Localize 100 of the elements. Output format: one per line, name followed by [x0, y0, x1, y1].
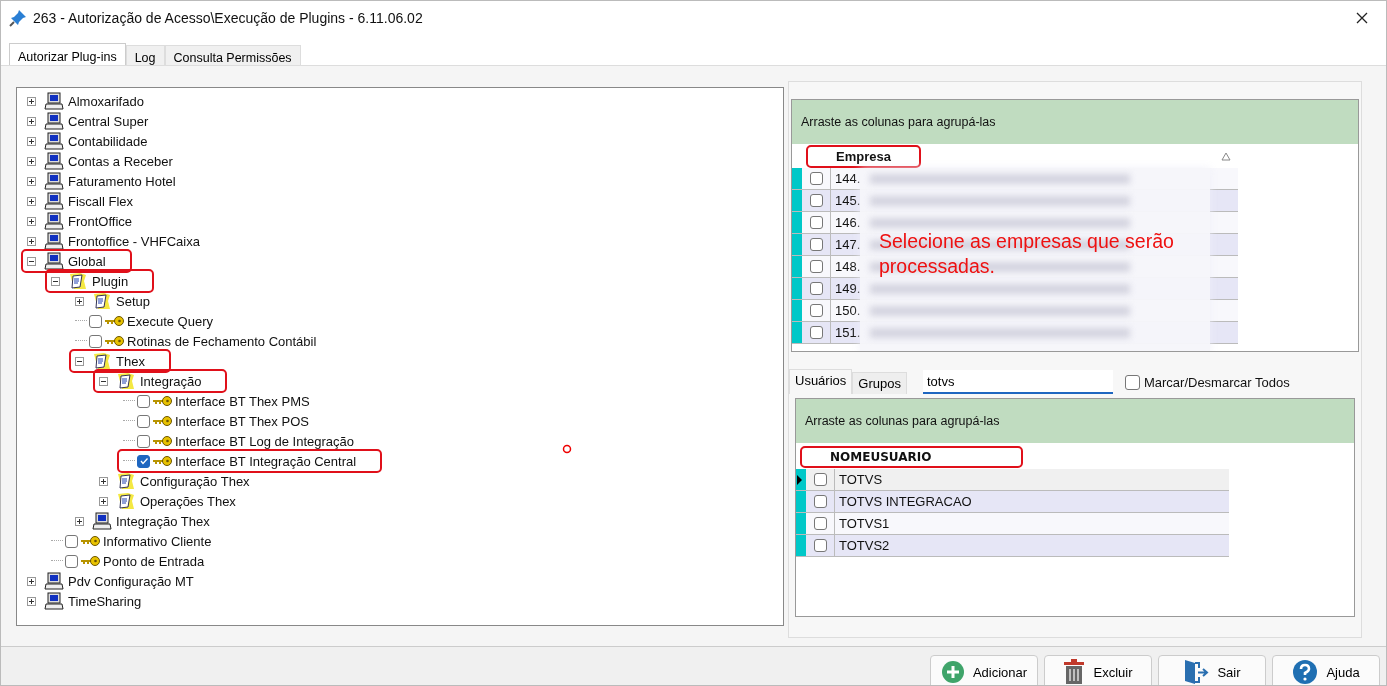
- checkbox[interactable]: [809, 282, 823, 295]
- checkbox[interactable]: [813, 517, 827, 530]
- expander-icon[interactable]: [75, 516, 84, 526]
- sort-icon[interactable]: [1221, 152, 1231, 161]
- checkbox[interactable]: [809, 238, 823, 251]
- document-icon: [92, 352, 112, 370]
- tree-item[interactable]: Global: [68, 253, 106, 269]
- row-indicator: [796, 535, 806, 556]
- tree-item[interactable]: Interface BT Integração Central: [175, 453, 357, 469]
- close-icon[interactable]: [1356, 12, 1368, 24]
- checkbox[interactable]: [809, 216, 823, 229]
- expander-icon[interactable]: [99, 476, 108, 486]
- tree-item[interactable]: Plugin: [92, 273, 129, 289]
- document-icon: [92, 292, 112, 310]
- column-header[interactable]: NOMEUSUARIO: [800, 446, 1024, 468]
- checkbox[interactable]: [813, 495, 827, 508]
- checkbox[interactable]: [809, 260, 823, 273]
- checkbox[interactable]: [813, 473, 827, 486]
- key-icon: [104, 315, 124, 327]
- tab[interactable]: Grupos: [852, 372, 907, 394]
- expander-icon[interactable]: [99, 496, 108, 506]
- table-cell-text: TOTVS INTEGRACAO: [838, 493, 972, 511]
- tree-item[interactable]: Fiscall Flex: [68, 193, 133, 209]
- tree-item[interactable]: Frontoffice - VHFCaixa: [68, 233, 200, 249]
- checkbox[interactable]: [137, 454, 150, 468]
- checkbox[interactable]: [809, 194, 823, 207]
- checkbox[interactable]: [809, 304, 823, 317]
- computer-icon: [44, 212, 64, 230]
- tree-item[interactable]: Execute Query: [127, 313, 213, 329]
- tree-item[interactable]: FrontOffice: [68, 213, 133, 229]
- selected-row[interactable]: TOTVS: [796, 469, 1229, 491]
- tree-item[interactable]: TimeSharing: [68, 593, 142, 609]
- table-cell-text: 151.: [834, 324, 861, 342]
- tree-item[interactable]: Contabilidade: [68, 133, 148, 149]
- tree-item[interactable]: Operações Thex: [140, 493, 236, 509]
- column-header[interactable]: Empresa: [806, 144, 921, 168]
- tree-item[interactable]: Setup: [116, 293, 150, 309]
- tree-item[interactable]: Thex: [116, 353, 145, 369]
- table-cell-text: 146.: [834, 214, 861, 232]
- tab[interactable]: Autorizar Plug-ins: [9, 43, 126, 67]
- tree-item[interactable]: Almoxarifado: [68, 93, 144, 109]
- key-icon: [152, 455, 172, 467]
- expander-icon[interactable]: [27, 216, 36, 226]
- tab[interactable]: Consulta Permissões: [164, 45, 301, 67]
- checkbox[interactable]: [809, 172, 823, 185]
- pin-icon: [9, 9, 27, 27]
- group-by-hint: Arraste as colunas para agrupá-las: [805, 414, 1000, 428]
- expander-icon[interactable]: [27, 156, 36, 166]
- add-button[interactable]: Adicionar: [930, 655, 1038, 685]
- checkbox[interactable]: [137, 434, 150, 448]
- checkbox[interactable]: [137, 414, 150, 428]
- exit-button[interactable]: Sair: [1158, 655, 1266, 685]
- tree-item[interactable]: Faturamento Hotel: [68, 173, 176, 189]
- tree-item[interactable]: Pdv Configuração MT: [68, 573, 194, 589]
- expander-icon[interactable]: [75, 296, 84, 306]
- expander-icon[interactable]: [27, 116, 36, 126]
- checkbox[interactable]: [65, 534, 78, 548]
- expander-icon[interactable]: [27, 576, 36, 586]
- expander-icon[interactable]: [27, 136, 36, 146]
- exit-door-icon: [1183, 659, 1210, 685]
- expander-icon[interactable]: [27, 196, 36, 206]
- computer-icon: [44, 572, 64, 590]
- checkbox[interactable]: [813, 539, 827, 552]
- row-indicator: [792, 278, 802, 299]
- key-icon: [80, 535, 100, 547]
- tree-item[interactable]: Ponto de Entrada: [103, 553, 205, 569]
- expander-icon[interactable]: [27, 96, 36, 106]
- expander-icon[interactable]: [51, 276, 60, 286]
- computer-icon: [44, 172, 64, 190]
- expander-icon[interactable]: [99, 376, 108, 386]
- checkbox[interactable]: [89, 314, 102, 328]
- tree-item[interactable]: Interface BT Thex PMS: [175, 393, 310, 409]
- tree-item[interactable]: Configuração Thex: [140, 473, 250, 489]
- tree-item[interactable]: Informativo Cliente: [103, 533, 212, 549]
- delete-button[interactable]: Excluir: [1044, 655, 1152, 685]
- search-field[interactable]: totvs: [922, 370, 1113, 394]
- checkbox-label[interactable]: Marcar/Desmarcar Todos: [1143, 374, 1290, 390]
- expander-icon[interactable]: [27, 236, 36, 246]
- expander-icon[interactable]: [27, 176, 36, 186]
- table-cell-text: 145.: [834, 192, 861, 210]
- row-indicator: [792, 256, 802, 277]
- checkbox[interactable]: [809, 326, 823, 339]
- checkbox[interactable]: [1124, 374, 1140, 390]
- expander-icon[interactable]: [75, 356, 84, 366]
- tree-item[interactable]: Interface BT Log de Integração: [175, 433, 354, 449]
- table-cell-text: 148.: [834, 258, 861, 276]
- help-button[interactable]: Ajuda: [1272, 655, 1380, 685]
- tree-item[interactable]: Rotinas de Fechamento Contábil: [127, 333, 317, 349]
- tree-item[interactable]: Integração Thex: [116, 513, 210, 529]
- tab[interactable]: Usuários: [789, 369, 853, 394]
- checkbox[interactable]: [137, 394, 150, 408]
- tree-item[interactable]: Integração: [140, 373, 202, 389]
- expander-icon[interactable]: [27, 256, 36, 266]
- tree-item[interactable]: Interface BT Thex POS: [175, 413, 309, 429]
- group-by-hint: Arraste as colunas para agrupá-las: [801, 115, 996, 129]
- tree-item[interactable]: Central Super: [68, 113, 149, 129]
- checkbox[interactable]: [89, 334, 102, 348]
- checkbox[interactable]: [65, 554, 78, 568]
- expander-icon[interactable]: [27, 596, 36, 606]
- tree-item[interactable]: Contas a Receber: [68, 153, 173, 169]
